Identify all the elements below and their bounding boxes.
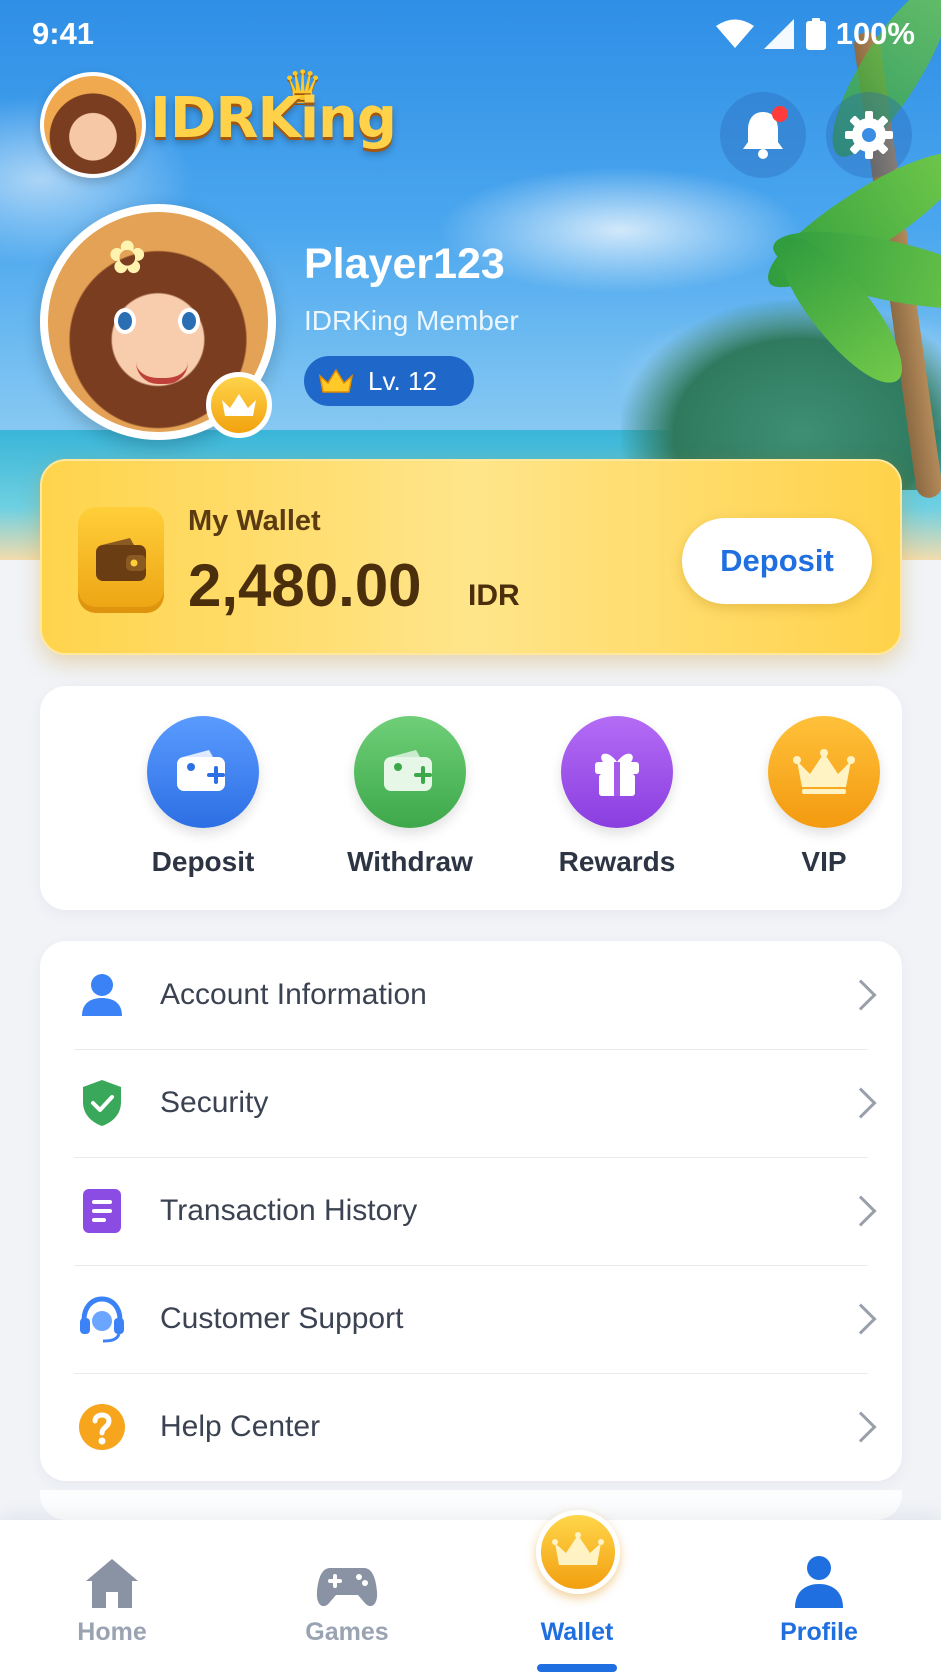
avatar-eye	[114, 308, 136, 334]
battery-percent: 100%	[835, 16, 915, 51]
crown-icon	[768, 716, 880, 828]
nav-home[interactable]: Home	[32, 1540, 192, 1647]
menu-card-peek	[40, 1490, 902, 1520]
crown-icon	[552, 1532, 604, 1565]
wallet-card: My Wallet 2,480.00 IDR Deposit	[40, 459, 902, 655]
crown-icon	[318, 368, 354, 393]
menu-item-label: Customer Support	[160, 1302, 404, 1335]
quick-action-label: Rewards	[558, 846, 676, 877]
shield-check-icon	[76, 1077, 128, 1129]
gift-icon	[561, 716, 673, 828]
nav-profile[interactable]: Profile	[739, 1540, 899, 1647]
quick-action-deposit[interactable]: Deposit	[103, 716, 303, 878]
avatar-eye	[178, 308, 200, 334]
active-tab-indicator	[537, 1664, 617, 1672]
chevron-right-icon	[845, 979, 877, 1011]
wifi-icon	[715, 19, 754, 48]
quick-actions-card: Deposit Withdraw Rewards VIP	[40, 686, 902, 910]
wallet-currency: IDR	[468, 579, 520, 612]
menu-item-customer-support[interactable]: Customer Support	[40, 1265, 902, 1373]
settings-button[interactable]	[826, 92, 912, 178]
nav-label: Wallet	[540, 1618, 614, 1646]
gamepad-icon	[267, 1540, 427, 1610]
status-bar: 9:41 100%	[0, 0, 941, 70]
nav-label: Home	[77, 1618, 147, 1646]
chevron-right-icon	[845, 1087, 877, 1119]
brand-logo: IDRKing	[150, 86, 397, 151]
user-icon	[76, 969, 128, 1021]
nav-label: Games	[305, 1618, 389, 1646]
menu-item-label: Help Center	[160, 1410, 321, 1443]
quick-action-label: VIP	[801, 846, 847, 877]
document-icon	[76, 1185, 128, 1237]
quick-action-rewards[interactable]: Rewards	[517, 716, 717, 878]
menu-item-transaction-history[interactable]: Transaction History	[40, 1157, 902, 1265]
wallet-out-icon	[354, 716, 466, 828]
question-icon	[76, 1401, 128, 1453]
chevron-right-icon	[845, 1303, 877, 1335]
wallet-fab-button[interactable]	[536, 1510, 620, 1594]
gear-icon	[845, 111, 893, 159]
nav-label: Profile	[780, 1618, 858, 1646]
vip-badge	[206, 372, 272, 438]
wallet-balance: 2,480.00	[188, 552, 422, 619]
home-icon	[32, 1540, 192, 1610]
wallet-label: My Wallet	[188, 505, 321, 537]
menu-item-label: Account Information	[160, 978, 427, 1011]
headset-icon	[76, 1293, 128, 1345]
quick-action-withdraw[interactable]: Withdraw	[310, 716, 510, 878]
signal-icon	[763, 19, 794, 49]
menu-item-help-center[interactable]: Help Center	[40, 1373, 902, 1481]
status-time: 9:41	[32, 16, 95, 51]
nav-games[interactable]: Games	[267, 1540, 427, 1647]
chevron-right-icon	[845, 1411, 877, 1443]
logo-avatar	[40, 72, 146, 178]
bottom-navigation: Home Games Wallet Profile	[0, 1520, 941, 1672]
settings-menu: Account Information Security Transaction…	[40, 941, 902, 1481]
wallet-plus-icon	[147, 716, 259, 828]
notification-dot	[772, 106, 788, 122]
level-badge: Lv. 12	[304, 356, 474, 406]
membership-label: IDRKing Member	[304, 305, 519, 336]
crown-icon	[222, 394, 256, 416]
level-text: Lv. 12	[368, 365, 437, 396]
quick-action-vip[interactable]: VIP	[724, 716, 924, 878]
status-icons: 100%	[715, 16, 915, 52]
menu-item-label: Security	[160, 1086, 269, 1119]
menu-item-security[interactable]: Security	[40, 1049, 902, 1157]
wallet-deposit-button[interactable]: Deposit	[682, 518, 872, 604]
wallet-icon	[78, 507, 164, 613]
notifications-button[interactable]	[720, 92, 806, 178]
chevron-right-icon	[845, 1195, 877, 1227]
quick-action-label: Withdraw	[347, 846, 473, 877]
battery-icon	[805, 18, 826, 50]
username: Player123	[304, 240, 505, 288]
menu-item-account-information[interactable]: Account Information	[40, 941, 902, 1049]
flower-icon: ✿	[108, 231, 147, 283]
avatar-smile	[136, 362, 188, 384]
user-icon	[739, 1540, 899, 1610]
menu-item-label: Transaction History	[160, 1194, 418, 1227]
quick-action-label: Deposit	[151, 846, 255, 877]
